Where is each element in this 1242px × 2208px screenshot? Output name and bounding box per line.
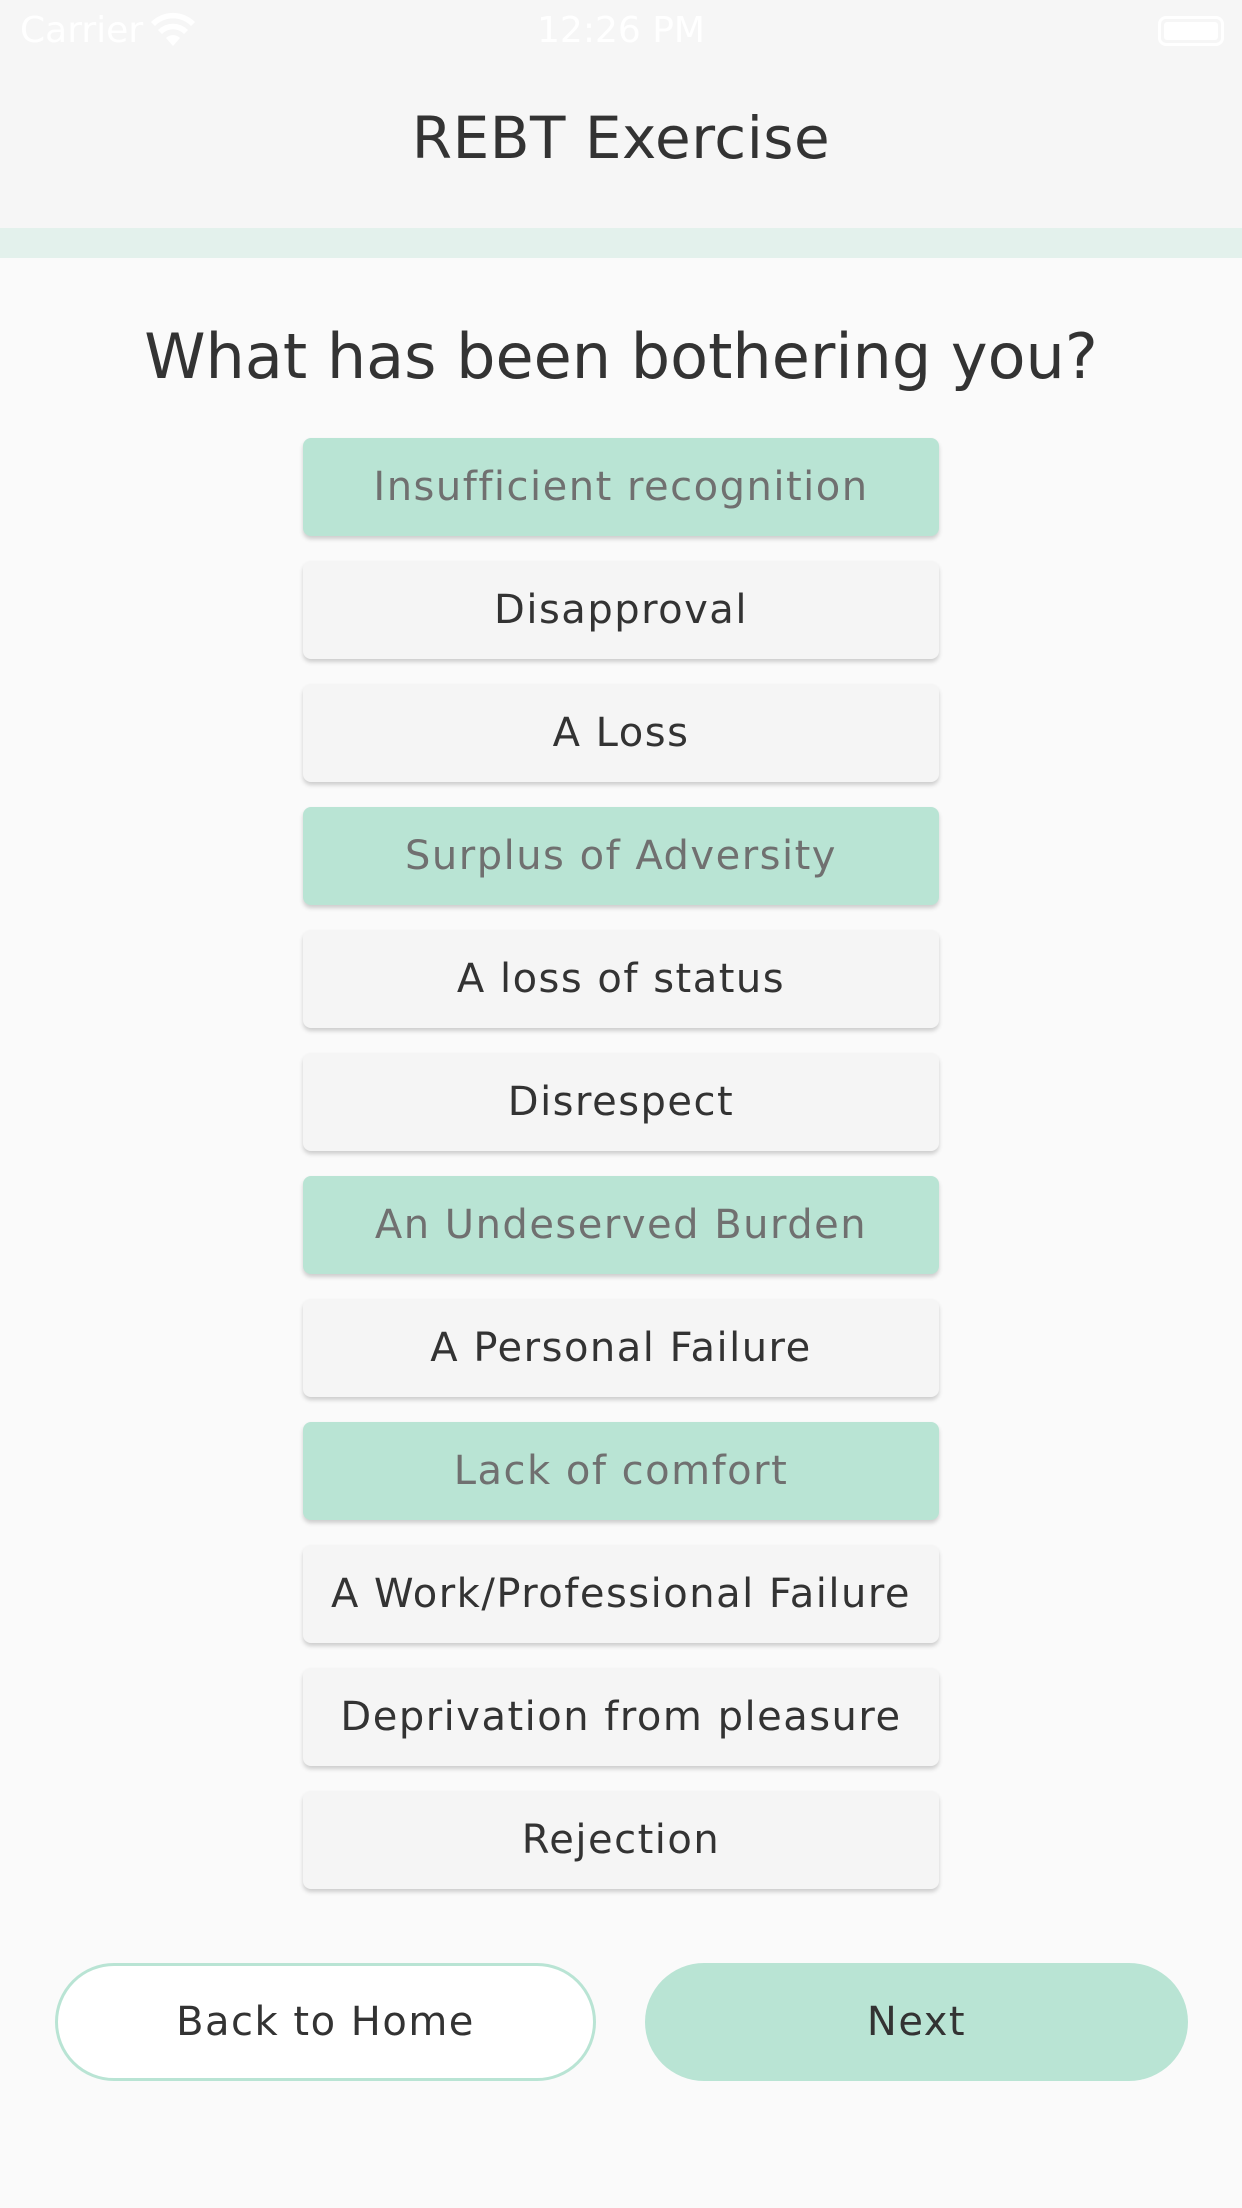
option-button[interactable]: Disapproval xyxy=(303,561,939,659)
option-button[interactable]: A Loss xyxy=(303,684,939,782)
page-title: REBT Exercise xyxy=(411,104,831,172)
option-button[interactable]: Disrespect xyxy=(303,1053,939,1151)
option-button[interactable]: An Undeserved Burden xyxy=(303,1176,939,1274)
option-button[interactable]: Insufficient recognition xyxy=(303,438,939,536)
option-button[interactable]: A loss of status xyxy=(303,930,939,1028)
next-button[interactable]: Next xyxy=(645,1963,1188,2081)
option-button[interactable]: Surplus of Adversity xyxy=(303,807,939,905)
option-button[interactable]: Deprivation from pleasure xyxy=(303,1668,939,1766)
option-button[interactable]: A Personal Failure xyxy=(303,1299,939,1397)
status-time: 12:26 PM xyxy=(537,10,705,51)
progress-bar xyxy=(0,228,1242,258)
back-to-home-button[interactable]: Back to Home xyxy=(55,1963,596,2081)
status-bar: Carrier 12:26 PM xyxy=(0,0,1242,62)
options-list: Insufficient recognition Disapproval A Los… xyxy=(303,438,939,1914)
question-heading: What has been bothering you? xyxy=(144,320,1098,393)
option-button[interactable]: Rejection xyxy=(303,1791,939,1889)
nav-bar: REBT Exercise xyxy=(0,62,1242,228)
battery-icon xyxy=(1158,16,1224,46)
option-button[interactable]: Lack of comfort xyxy=(303,1422,939,1520)
option-button[interactable]: A Work/Professional Failure xyxy=(303,1545,939,1643)
